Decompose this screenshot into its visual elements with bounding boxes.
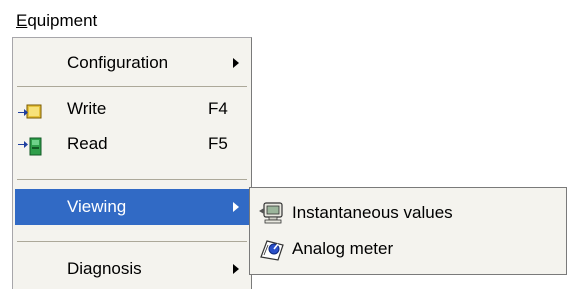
submenu-arrow-icon: [233, 202, 239, 212]
menu-item-read-label: Read: [67, 134, 108, 153]
submenu-item-instantaneous-values-label: Instantaneous values: [292, 203, 453, 222]
menu-item-read-shortcut: F5: [208, 134, 228, 153]
menu-item-diagnosis-label: Diagnosis: [67, 259, 142, 278]
menu-item-write-shortcut: F4: [208, 99, 228, 118]
menu-bar: Equipment: [6, 6, 566, 36]
menu-item-configuration[interactable]: Configuration: [15, 45, 249, 81]
viewing-submenu: Instantaneous values Analog meter: [249, 187, 567, 275]
menu-equipment[interactable]: Equipment: [12, 6, 101, 36]
menu-item-configuration-label: Configuration: [67, 53, 169, 72]
menu-equipment-accel: E: [16, 11, 28, 30]
menu-item-viewing[interactable]: Viewing: [15, 189, 249, 225]
menu-separator: [17, 179, 247, 180]
menu-item-write[interactable]: Write F4: [15, 91, 249, 127]
analog-meter-icon: [258, 237, 286, 261]
menu-item-write-label: Write: [67, 99, 107, 118]
menu-separator: [17, 241, 247, 242]
menu-item-diagnosis[interactable]: Diagnosis: [15, 251, 249, 287]
submenu-arrow-icon: [233, 264, 239, 274]
submenu-arrow-icon: [233, 58, 239, 68]
submenu-item-analog-meter-label: Analog meter: [292, 239, 394, 258]
menu-equipment-label: quipment: [27, 11, 98, 30]
menu-separator: [17, 86, 247, 87]
menu-item-viewing-label: Viewing: [67, 197, 127, 216]
monitor-icon: [258, 201, 286, 225]
equipment-dropdown-menu: Configuration Write F4 Read F5 Viewing D…: [12, 37, 252, 289]
submenu-item-analog-meter[interactable]: Analog meter: [252, 231, 564, 267]
read-icon: [17, 134, 47, 156]
write-icon: [17, 99, 47, 119]
screen: Equipment Configuration Write F4 Read F5…: [0, 0, 570, 291]
submenu-item-instantaneous-values[interactable]: Instantaneous values: [252, 195, 564, 231]
menu-item-read[interactable]: Read F5: [15, 126, 249, 162]
